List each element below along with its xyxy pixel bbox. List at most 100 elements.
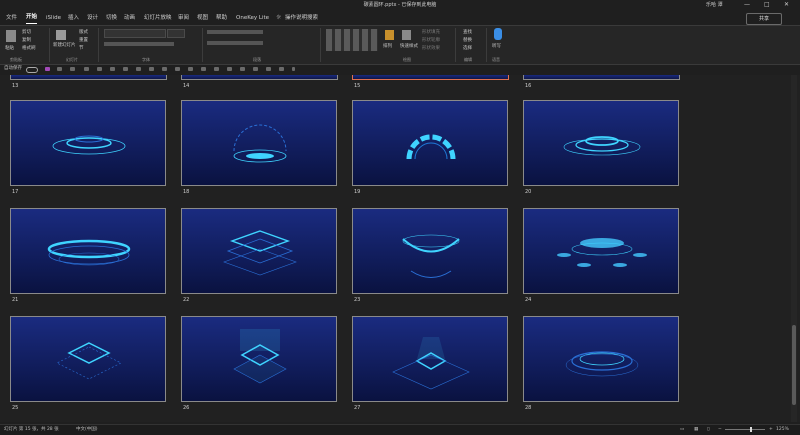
tab-animations[interactable]: 动画 [124,11,135,25]
dictate-button[interactable]: 听写 [492,43,501,49]
qat-icon[interactable] [175,67,180,71]
shape-effects-button[interactable]: 形状效果 [422,45,440,51]
qat-icon[interactable] [279,67,284,71]
arrange-button[interactable]: 排列 [383,43,392,49]
divider [455,28,456,62]
font-name-dropdown[interactable] [104,29,166,38]
slide-thumbnail[interactable] [181,100,337,186]
layout-button[interactable]: 版式 [79,29,88,35]
scrollbar-thumb[interactable] [792,325,796,405]
voice-group-label: 语音 [492,57,500,62]
format-painter-button[interactable]: 格式刷 [22,45,36,51]
redo-icon[interactable] [70,67,75,71]
tab-home[interactable]: 开始 [26,11,38,24]
close-icon[interactable]: ✕ [784,0,789,10]
tab-insert[interactable]: 插入 [68,11,79,25]
zoom-slider[interactable] [725,429,765,430]
quick-styles-icon[interactable] [402,30,411,40]
microphone-icon[interactable] [494,28,502,40]
undo-icon[interactable] [57,67,62,71]
slide-thumbnail[interactable] [181,208,337,294]
shape-outline-button[interactable]: 形状轮廓 [422,37,440,43]
paste-button[interactable]: 粘贴 [5,45,14,51]
slide-thumbnail[interactable] [10,316,166,402]
new-slide-button[interactable]: 新建幻灯片 [53,42,76,48]
minimize-icon[interactable]: — [744,0,750,10]
qat-icon[interactable] [149,67,154,71]
slide-number: 22 [183,297,190,303]
find-button[interactable]: 查找 [463,29,472,35]
user-name[interactable]: 乐哈 潭 [706,0,723,10]
reset-button[interactable]: 重置 [79,37,88,43]
tab-view[interactable]: 视图 [197,11,208,25]
customize-qat-icon[interactable] [292,67,295,71]
qat-icon[interactable] [227,67,232,71]
slide-thumbnail-partial[interactable] [181,75,338,80]
shapes-gallery[interactable] [326,29,378,51]
slide-thumbnail-partial[interactable] [10,75,167,80]
slide-thumbnail[interactable] [352,100,508,186]
tab-islide[interactable]: iSlide [46,11,61,25]
qat-icon[interactable] [162,67,167,71]
new-slide-icon[interactable] [56,30,66,40]
save-icon[interactable] [45,67,50,71]
select-button[interactable]: 选择 [463,45,472,51]
shape-fill-button[interactable]: 形状填充 [422,29,440,35]
paste-icon[interactable] [6,30,16,42]
slide-thumbnail-partial[interactable] [523,75,680,80]
qat-icon[interactable] [214,67,219,71]
slide-thumbnail[interactable] [181,316,337,402]
qat-icon[interactable] [97,67,102,71]
paragraph-group-label: 段落 [253,57,261,62]
slide-sorter: 13 14 15 16 17 18 19 20 21 22 23 24 25 26 27 28 [0,75,800,422]
tab-review[interactable]: 审阅 [178,11,189,25]
share-button[interactable]: 共享 [746,13,782,25]
copy-button[interactable]: 复制 [22,37,31,43]
qat-icon[interactable] [201,67,206,71]
tab-onekey[interactable]: OneKey Lite [236,11,269,25]
maximize-icon[interactable]: □ [764,0,770,10]
lightbulb-icon: ☼ [276,14,282,21]
font-size-dropdown[interactable] [167,29,185,38]
font-format-buttons[interactable] [104,42,174,46]
zoom-slider-knob[interactable] [750,427,752,432]
slide-thumbnail-selected[interactable] [352,75,509,80]
slide-thumbnail[interactable] [523,316,679,402]
vertical-scrollbar[interactable] [791,75,797,422]
autosave-toggle[interactable] [26,67,38,73]
clipboard-group-label: 剪贴板 [10,57,22,62]
tab-design[interactable]: 设计 [87,11,98,25]
divider [98,28,99,62]
slide-thumbnail[interactable] [352,208,508,294]
qat-icon[interactable] [110,67,115,71]
start-slideshow-icon[interactable] [84,67,89,71]
slide-artwork [233,124,287,163]
tab-slideshow[interactable]: 幻灯片放映 [144,11,172,25]
slide-number: 28 [525,405,532,411]
quick-styles-button[interactable]: 快速样式 [400,43,418,49]
qat-icon[interactable] [136,67,141,71]
section-button[interactable]: 节 [79,45,84,51]
qat-icon[interactable] [240,67,245,71]
slide-artwork [56,342,122,380]
qat-icon[interactable] [188,67,193,71]
tab-help[interactable]: 帮助 [216,11,227,25]
slide-thumbnail[interactable] [10,208,166,294]
status-bar: 幻灯片 第 15 张，共 28 张 中文(中国) ▭ ▦ ▯ − + 125% [0,424,800,435]
tab-file[interactable]: 文件 [6,11,17,25]
slide-thumbnail[interactable] [523,100,679,186]
tell-me-search[interactable]: 操作说明搜索 [285,11,318,25]
replace-button[interactable]: 替换 [463,37,472,43]
slide-thumbnail[interactable] [352,316,508,402]
slide-thumbnail[interactable] [523,208,679,294]
ribbon: 粘贴 剪切 复制 格式刷 剪贴板 新建幻灯片 版式 重置 节 幻灯片 字体 段落… [0,25,800,65]
qat-icon[interactable] [123,67,128,71]
arrange-icon[interactable] [385,30,394,40]
tab-transitions[interactable]: 切换 [106,11,117,25]
qat-icon[interactable] [253,67,258,71]
align-buttons[interactable] [207,41,263,45]
cut-button[interactable]: 剪切 [22,29,31,35]
qat-icon[interactable] [266,67,271,71]
slide-thumbnail[interactable] [10,100,166,186]
list-buttons[interactable] [207,30,263,34]
